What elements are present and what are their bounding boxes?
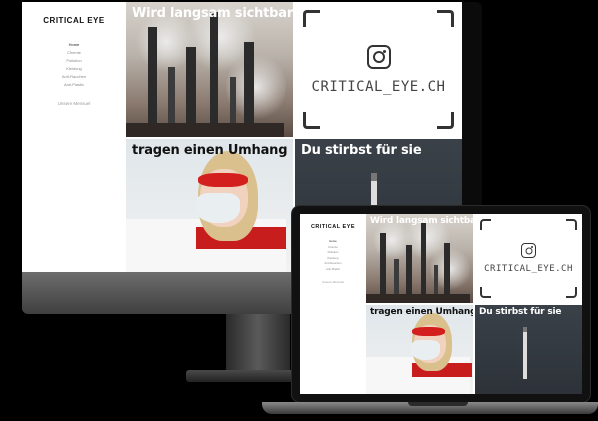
instagram-icon[interactable] xyxy=(521,243,536,258)
face-mask xyxy=(411,340,440,360)
site-menu: Home Chemie Pollution Kleidung Anti-Rauc… xyxy=(325,239,342,272)
tile-caption: Wird langsam sichtbar xyxy=(370,216,473,226)
tile-caption: tragen einen Umhang xyxy=(370,307,473,317)
tile-instagram[interactable]: CRITICAL_EYE.CH xyxy=(295,2,462,137)
menu-item-kleidung[interactable]: Kleidung xyxy=(62,65,86,73)
cigarette-ash xyxy=(371,173,377,181)
menu-item-chemie[interactable]: Chemie xyxy=(62,49,86,57)
website: CRITICAL EYE Home Chemie Pollution Kleid… xyxy=(300,214,582,394)
red-eye-mask xyxy=(198,173,248,187)
tile-pollution[interactable]: Wird langsam sichtbar xyxy=(126,2,293,137)
face-mask xyxy=(196,193,240,223)
tile-caption: Wird langsam sichtbar xyxy=(132,6,293,21)
contact-link[interactable]: Unsere Mensuel xyxy=(322,280,344,284)
cigarette xyxy=(523,331,527,379)
corner-bracket xyxy=(566,287,577,298)
menu-item-anti-rauchen[interactable]: Anti-Rauchen xyxy=(62,73,86,81)
smokestack xyxy=(148,27,157,137)
laptop-notch xyxy=(408,402,468,406)
site-menu: Home Chemie Pollution Kleidung Anti-Rauc… xyxy=(62,41,86,89)
tile-caption: Du stirbst für sie xyxy=(301,143,422,158)
tile-caption: Du stirbst für sie xyxy=(479,307,562,317)
smokestack xyxy=(210,12,218,137)
instagram-icon[interactable] xyxy=(366,44,391,69)
smokestack xyxy=(380,233,386,303)
menu-item-pollution[interactable]: Pollution xyxy=(62,57,86,65)
menu-item-anti-plastic[interactable]: Anti-Plastic xyxy=(325,267,342,273)
factory-ground xyxy=(126,123,284,137)
corner-bracket xyxy=(437,112,454,129)
tile-pollution[interactable]: Wird langsam sichtbar xyxy=(366,214,473,303)
imac-stand-neck xyxy=(226,314,290,372)
corner-bracket xyxy=(566,219,577,230)
instagram-handle[interactable]: CRITICAL_EYE.CH xyxy=(484,264,573,274)
site-logo[interactable]: CRITICAL EYE xyxy=(311,224,355,230)
site-logo[interactable]: CRITICAL EYE xyxy=(43,16,104,25)
smokestack xyxy=(421,223,426,303)
tile-clothing[interactable]: tragen einen Umhang xyxy=(366,305,473,394)
corner-bracket xyxy=(303,10,320,27)
factory-ground xyxy=(366,294,470,303)
tile-caption: tragen einen Umhang xyxy=(132,143,288,158)
corner-bracket xyxy=(437,10,454,27)
tile-smoking[interactable]: Du stirbst für sie xyxy=(475,305,582,394)
menu-item-anti-rauchen[interactable]: Anti-Rauchen xyxy=(325,261,342,267)
menu-item-home[interactable]: Home xyxy=(62,41,86,49)
red-eye-mask xyxy=(412,327,445,336)
site-sidebar: CRITICAL EYE Home Chemie Pollution Kleid… xyxy=(300,214,366,394)
corner-bracket xyxy=(480,287,491,298)
corner-bracket xyxy=(480,219,491,230)
menu-item-anti-plastic[interactable]: Anti-Plastic xyxy=(62,81,86,89)
cigarette-ash xyxy=(523,327,527,332)
site-sidebar: CRITICAL EYE Home Chemie Pollution Kleid… xyxy=(22,2,126,274)
corner-bracket xyxy=(303,112,320,129)
image-grid: Wird langsam sichtbar CRITICAL_EYE.CH tr… xyxy=(366,214,582,394)
laptop-screen: CRITICAL EYE Home Chemie Pollution Kleid… xyxy=(300,214,582,394)
instagram-handle[interactable]: CRITICAL_EYE.CH xyxy=(312,79,446,95)
tile-instagram[interactable]: CRITICAL_EYE.CH xyxy=(475,214,582,303)
contact-link[interactable]: Unsere Mensuel xyxy=(58,101,91,106)
tile-clothing[interactable]: tragen einen Umhang xyxy=(126,139,293,274)
